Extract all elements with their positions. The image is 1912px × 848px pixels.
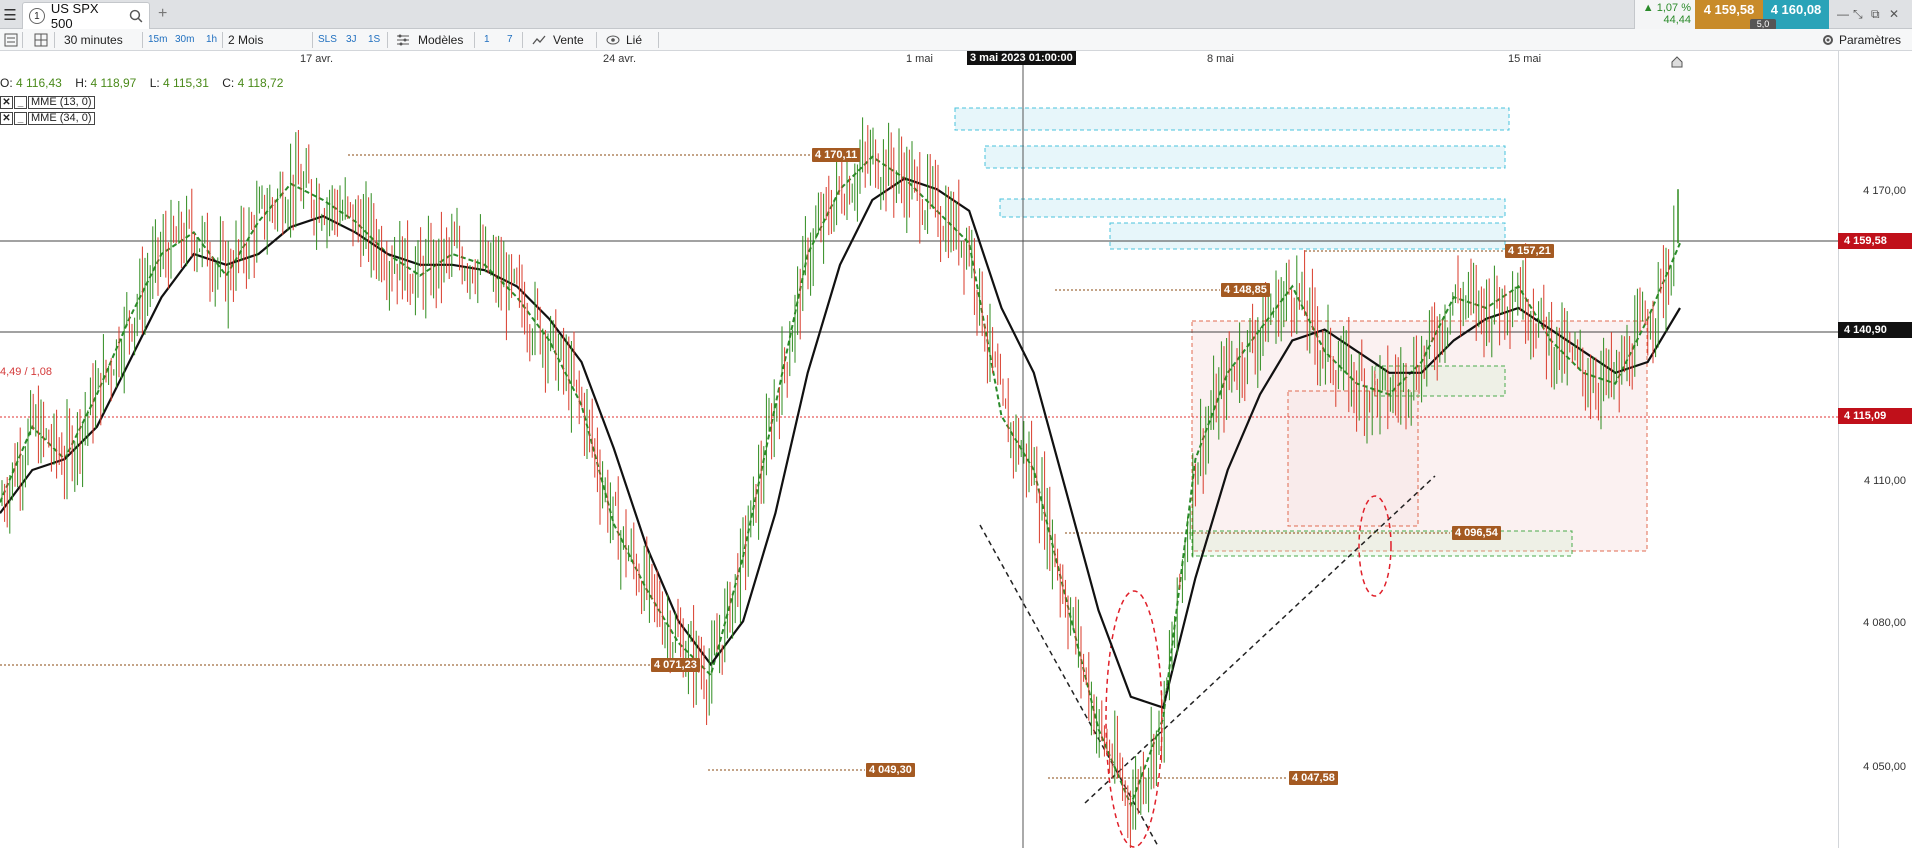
crosshair-date-label: 3 mai 2023 01:00:00	[967, 51, 1076, 65]
ohlc-high: 4 118,97	[90, 76, 137, 90]
level-tag[interactable]: 4 049,30	[866, 763, 915, 777]
link-icon[interactable]	[606, 34, 620, 46]
indicator-ema34: ✕ _ MME (34, 0)	[0, 111, 95, 125]
add-tab-icon[interactable]: +	[158, 5, 167, 23]
chart-plot-area[interactable]	[0, 51, 1838, 848]
x-axis-label: 1 mai	[906, 53, 933, 65]
side-price-label: 4,49 / 1,08	[0, 366, 52, 378]
range-select[interactable]: 2 Mois	[228, 32, 263, 48]
resistance-zone	[1109, 222, 1506, 250]
tab-bar: ☰ 1 US SPX 500 + ▲ 1,07 % 44,44 4 159,58…	[0, 0, 1912, 31]
ohlc-open: 4 116,43	[16, 76, 62, 90]
tab-title: US SPX 500	[50, 1, 99, 31]
remove-indicator-icon[interactable]: ✕	[0, 111, 13, 125]
interval-15m[interactable]: 15m	[148, 32, 167, 48]
models-icon[interactable]	[396, 33, 410, 47]
x-axis-label: 17 avr.	[300, 53, 334, 65]
price-axis[interactable]: 4 170,00 4 110,00 4 080,00 4 050,00	[1838, 51, 1912, 848]
period-sls[interactable]: SLS	[318, 32, 337, 48]
day-1[interactable]: 1	[484, 32, 490, 48]
support-zone	[1191, 530, 1573, 557]
x-axis-label: 15 mai	[1508, 53, 1542, 65]
current-price-tag: 4 159,58	[1838, 233, 1912, 249]
resistance-zone	[999, 198, 1506, 218]
indicator-label[interactable]: MME (13, 0)	[28, 95, 95, 109]
resistance-zone	[984, 145, 1506, 169]
x-axis-label: 24 avr.	[603, 53, 637, 65]
detach-icon[interactable]: ⧉	[1871, 7, 1880, 22]
support-zone	[1374, 365, 1506, 397]
minimize-icon[interactable]: —	[1837, 7, 1849, 21]
interval-30m[interactable]: 30m	[175, 32, 194, 48]
indicator-line-icon[interactable]: _	[14, 111, 27, 125]
level-tag[interactable]: 4 096,54	[1452, 526, 1501, 540]
list-icon[interactable]	[4, 33, 18, 47]
horizontal-line-tag: 4 115,09	[1838, 408, 1912, 424]
close-icon[interactable]: ✕	[1889, 7, 1899, 21]
menu-icon[interactable]: ☰	[0, 0, 20, 29]
linked-button[interactable]: Lié	[626, 32, 642, 48]
indicator-line-icon[interactable]: _	[14, 95, 27, 109]
period-1s[interactable]: 1S	[368, 32, 380, 48]
chart-toolbar: 30 minutes 15m 30m 1h 2 Mois SLS 3J 1S M…	[0, 29, 1912, 51]
level-tag[interactable]: 4 047,58	[1289, 771, 1338, 785]
interval-select[interactable]: 30 minutes	[64, 32, 123, 48]
price-axis-tick: 4 110,00	[1863, 475, 1906, 487]
level-tag[interactable]: 4 157,21	[1505, 244, 1554, 258]
settings-button[interactable]: Paramètres	[1839, 32, 1901, 48]
trend-line	[979, 524, 1159, 847]
quote-change: ▲ 1,07 % 44,44	[1634, 0, 1695, 29]
level-tag[interactable]: 4 148,85	[1221, 283, 1270, 297]
search-icon[interactable]	[129, 9, 143, 23]
level-tag[interactable]: 4 170,11	[812, 148, 861, 162]
price-chart[interactable]: 17 avr. 24 avr. 1 mai 8 mai 15 mai 3 mai…	[0, 51, 1912, 848]
price-axis-tick: 4 080,00	[1863, 617, 1906, 629]
gear-icon[interactable]	[1821, 33, 1835, 47]
home-icon[interactable]	[1671, 56, 1683, 68]
ohlc-close: 4 118,72	[237, 76, 284, 90]
tab-us-spx-500[interactable]: 1 US SPX 500	[22, 1, 150, 31]
interval-1h[interactable]: 1h	[206, 32, 217, 48]
ohlc-low: 4 115,31	[163, 76, 209, 90]
resistance-zone	[954, 107, 1510, 131]
horizontal-line-tag: 4 140,90	[1838, 322, 1912, 338]
level-tag[interactable]: 4 071,23	[651, 658, 700, 672]
change-percent: ▲ 1,07 %	[1642, 2, 1691, 14]
sell-icon[interactable]	[532, 33, 546, 47]
price-axis-tick: 4 170,00	[1863, 185, 1906, 197]
remove-indicator-icon[interactable]: ✕	[0, 95, 13, 109]
x-axis-label: 8 mai	[1207, 53, 1234, 65]
trading-app: { "tab": { "number": "1", "title": "US S…	[0, 0, 1912, 848]
sell-button[interactable]: Vente	[553, 32, 584, 48]
indicator-label[interactable]: MME (34, 0)	[28, 111, 95, 125]
tab-number: 1	[29, 8, 45, 24]
ohlc-readout: O: 4 116,43 H: 4 118,97 L: 4 115,31 C: 4…	[0, 76, 284, 90]
change-absolute: 44,44	[1663, 14, 1691, 26]
indicator-ema13: ✕ _ MME (13, 0)	[0, 95, 95, 109]
price-axis-tick: 4 050,00	[1863, 761, 1906, 773]
day-7[interactable]: 7	[507, 32, 513, 48]
collapse-icon[interactable]: ⤡	[1853, 7, 1863, 22]
models-button[interactable]: Modèles	[418, 32, 463, 48]
period-3j[interactable]: 3J	[346, 32, 357, 48]
layout-icon[interactable]	[34, 33, 48, 47]
